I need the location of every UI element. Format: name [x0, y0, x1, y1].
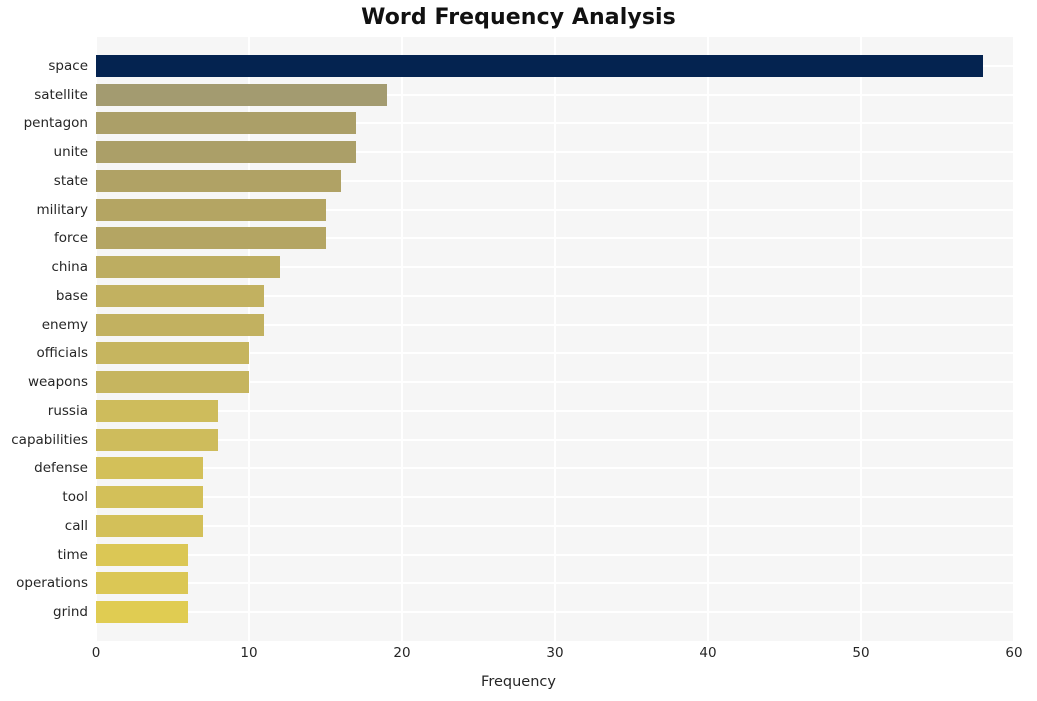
bar [96, 457, 204, 480]
bar [96, 399, 219, 422]
x-axis-label: Frequency [481, 674, 556, 690]
bar [96, 514, 204, 537]
bar [96, 227, 326, 250]
y-axis-tick-label: pentagon [23, 115, 88, 132]
y-gridline [96, 553, 1014, 556]
y-axis-tick-label: capabilities [11, 431, 88, 448]
x-gridline [707, 37, 709, 641]
y-axis-tick-label: russia [47, 402, 88, 419]
y-gridline [96, 409, 1014, 412]
bar [96, 572, 188, 595]
y-axis-tick-label: defense [34, 460, 88, 477]
y-axis-tick-label: state [53, 172, 88, 189]
y-axis-tick-label: tool [62, 489, 88, 506]
bar [96, 543, 188, 566]
bar [96, 342, 249, 365]
y-gridline [96, 611, 1014, 614]
bar [96, 284, 265, 307]
y-axis-tick-label: enemy [41, 316, 88, 333]
y-gridline [96, 524, 1014, 527]
y-axis-tick-label: base [55, 287, 88, 304]
x-axis-tick-label: 40 [699, 645, 717, 661]
bar [96, 601, 188, 624]
y-gridline [96, 496, 1014, 499]
y-axis-tick-label: china [51, 259, 88, 276]
y-gridline [96, 438, 1014, 441]
bar [96, 198, 326, 221]
y-axis-tick-label: space [48, 57, 88, 74]
bar [96, 83, 387, 106]
x-axis-ticks: 0 10 20 30 40 50 60 [0, 645, 1037, 667]
x-gridline [401, 37, 403, 641]
x-axis-tick-label: 10 [240, 645, 258, 661]
bar [96, 169, 341, 192]
x-axis-tick-label: 20 [393, 645, 411, 661]
bar [96, 428, 219, 451]
x-axis-tick-label: 30 [546, 645, 564, 661]
x-axis-tick-label: 50 [852, 645, 870, 661]
x-gridline [860, 37, 862, 641]
y-axis-tick-label: military [36, 201, 88, 218]
x-axis-tick-label: 0 [91, 645, 101, 661]
y-axis-tick-label: officials [36, 345, 88, 362]
bar [96, 54, 984, 77]
y-axis-tick-label: weapons [27, 374, 88, 391]
y-gridline [96, 467, 1014, 470]
x-gridline [1013, 37, 1014, 641]
x-axis-tick-label: 60 [1005, 645, 1023, 661]
chart-figure: Word Frequency Analysis space satellite pe… [0, 0, 1037, 701]
bar [96, 313, 265, 336]
chart-title: Word Frequency Analysis [361, 5, 676, 30]
y-axis-tick-label: call [64, 517, 88, 534]
bar [96, 141, 357, 164]
y-gridline [96, 582, 1014, 585]
plot-area [96, 37, 1014, 641]
x-gridline [554, 37, 556, 641]
bar [96, 486, 204, 509]
y-axis-tick-label: operations [16, 575, 88, 592]
y-axis-tick-label: unite [53, 144, 88, 161]
y-axis-labels: space satellite pentagon unite state military… [0, 37, 88, 641]
y-axis-tick-label: force [54, 230, 88, 247]
y-axis-tick-label: time [57, 546, 88, 563]
bar [96, 112, 357, 135]
y-axis-tick-label: grind [53, 604, 88, 621]
y-axis-tick-label: satellite [34, 86, 88, 103]
bar [96, 371, 249, 394]
bar [96, 256, 280, 279]
